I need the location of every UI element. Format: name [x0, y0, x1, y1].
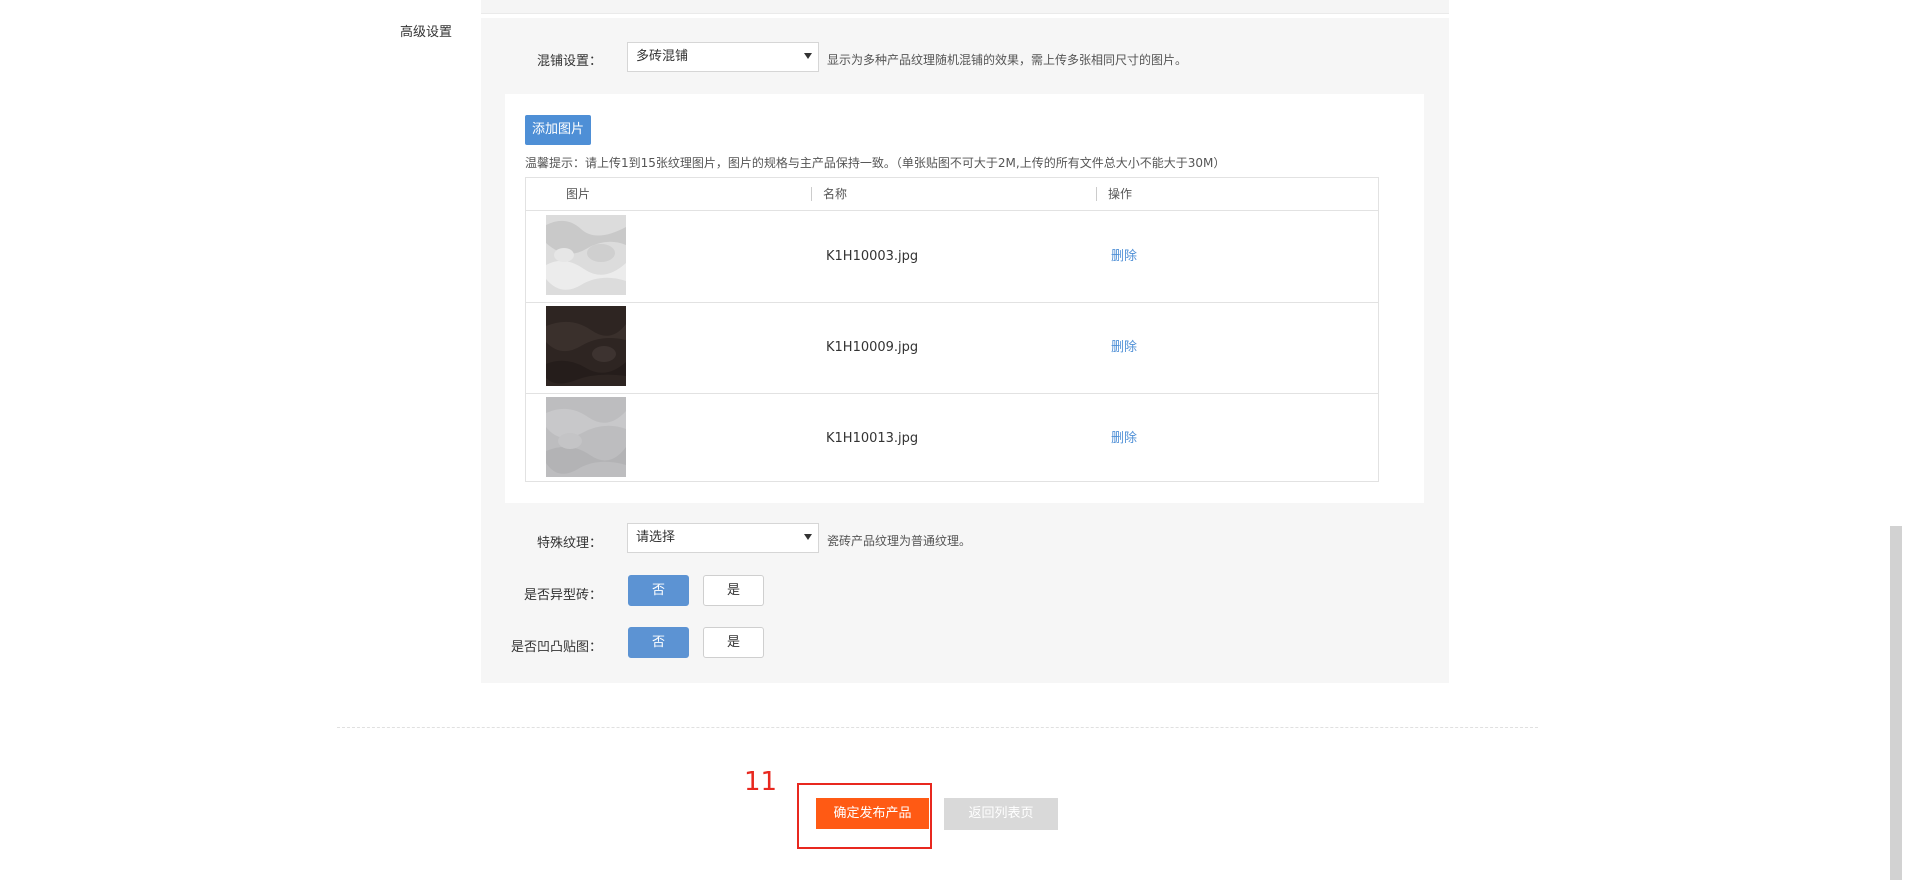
special-texture-hint: 瓷砖产品纹理为普通纹理。: [827, 534, 972, 548]
texture-table: 图片 名称 操作 K1H10003.jpg 删除 K1H10009.jpg 删除: [525, 177, 1379, 482]
irregular-tile-no-button[interactable]: 否: [628, 575, 689, 606]
mix-setting-select[interactable]: 多砖混铺: [627, 42, 819, 72]
mix-setting-value: 多砖混铺: [636, 49, 689, 64]
publish-product-button[interactable]: 确定发布产品: [816, 798, 929, 829]
mix-setting-label: 混铺设置：: [536, 54, 602, 69]
scrollbar-thumb[interactable]: [1890, 526, 1902, 880]
special-texture-label: 特殊纹理：: [536, 536, 602, 551]
delete-link[interactable]: 删除: [1111, 211, 1137, 302]
special-texture-value: 请选择: [636, 530, 676, 545]
back-to-list-button[interactable]: 返回列表页: [944, 798, 1058, 830]
column-header-image: 图片: [566, 187, 591, 201]
table-header: 图片 名称 操作: [526, 178, 1378, 211]
bump-map-label: 是否凹凸贴图：: [510, 640, 602, 655]
bump-map-yes-button[interactable]: 是: [703, 627, 764, 658]
column-header-name: 名称: [823, 187, 848, 201]
footer-divider: [337, 727, 1538, 728]
delete-link[interactable]: 删除: [1111, 393, 1137, 484]
section-label-advanced: 高级设置: [400, 25, 453, 40]
irregular-tile-yes-button[interactable]: 是: [703, 575, 764, 606]
chevron-down-icon: [804, 534, 812, 540]
file-name: K1H10003.jpg: [826, 249, 919, 264]
file-name: K1H10009.jpg: [826, 340, 919, 355]
previous-section-strip: [481, 0, 1449, 14]
column-divider: [1096, 187, 1097, 201]
texture-thumbnail: [546, 215, 626, 295]
table-row: K1H10003.jpg 删除: [526, 211, 1378, 303]
upload-tip: 温馨提示：请上传1到15张纹理图片，图片的规格与主产品保持一致。（单张贴图不可大…: [525, 156, 1226, 170]
column-header-action: 操作: [1108, 187, 1133, 201]
special-texture-select[interactable]: 请选择: [627, 523, 819, 553]
texture-thumbnail: [546, 306, 626, 386]
column-divider: [811, 187, 812, 201]
delete-link[interactable]: 删除: [1111, 302, 1137, 393]
table-row: K1H10013.jpg 删除: [526, 393, 1378, 484]
table-row: K1H10009.jpg 删除: [526, 302, 1378, 394]
add-image-button[interactable]: 添加图片: [525, 115, 591, 145]
irregular-tile-label: 是否异型砖：: [523, 588, 602, 603]
chevron-down-icon: [804, 53, 812, 59]
step-number-annotation: 11: [744, 767, 778, 797]
mix-setting-hint: 显示为多种产品纹理随机混铺的效果，需上传多张相同尺寸的图片。: [827, 53, 1188, 67]
texture-thumbnail: [546, 397, 626, 477]
file-name: K1H10013.jpg: [826, 431, 919, 446]
bump-map-no-button[interactable]: 否: [628, 627, 689, 658]
